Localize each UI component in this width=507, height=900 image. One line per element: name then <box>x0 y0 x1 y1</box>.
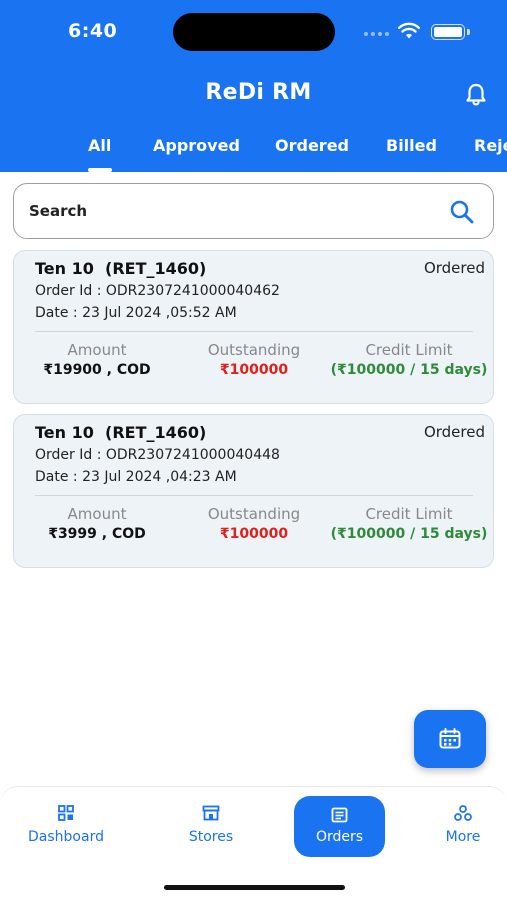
bottom-navigation: Dashboard Stores Orders More <box>0 786 507 900</box>
amount-label: Amount <box>67 341 127 359</box>
credit-limit-label: Credit Limit <box>365 505 453 523</box>
tab-approved[interactable]: Approved <box>153 136 240 155</box>
outstanding-metric: Outstanding ₹100000 <box>179 505 329 542</box>
dashboard-icon <box>58 805 74 821</box>
store-icon <box>202 805 220 821</box>
order-card[interactable]: Ten 10 (RET_1460) Ordered Order Id : ODR… <box>13 250 494 404</box>
card-divider <box>35 331 473 332</box>
outstanding-label: Outstanding <box>207 341 301 359</box>
app-header: 6:40 ReDi RM All Approved Ordered Billed… <box>0 0 507 172</box>
bell-icon[interactable] <box>462 81 490 109</box>
order-store-name: Ten 10 (RET_1460) <box>35 259 207 278</box>
calendar-icon <box>439 728 461 749</box>
order-status: Ordered <box>423 423 485 441</box>
battery-icon <box>431 24 465 40</box>
credit-limit-value: (₹100000 / 15 days) <box>330 362 488 378</box>
amount-metric: Amount ₹3999 , COD <box>22 505 172 542</box>
outstanding-label: Outstanding <box>207 505 301 523</box>
credit-limit-metric: Credit Limit (₹100000 / 15 days) <box>326 341 492 378</box>
nav-stores-label: Stores <box>188 829 234 845</box>
order-date: Date : 23 Jul 2024 ,04:23 AM <box>35 469 237 485</box>
order-store-name: Ten 10 (RET_1460) <box>35 423 207 442</box>
nav-orders-label: Orders <box>315 829 364 845</box>
dynamic-island <box>173 13 335 51</box>
active-tab-indicator <box>88 168 112 172</box>
outstanding-value: ₹100000 <box>219 526 289 542</box>
nav-more[interactable]: More <box>432 787 494 859</box>
order-id: Order Id : ODR2307241000040448 <box>35 447 280 463</box>
calendar-filter-button[interactable] <box>414 710 486 768</box>
app-screen: 6:40 ReDi RM All Approved Ordered Billed… <box>0 0 507 900</box>
tab-rejected[interactable]: Reje <box>474 136 507 155</box>
order-status: Ordered <box>423 259 485 277</box>
search-icon[interactable] <box>449 199 475 225</box>
amount-label: Amount <box>67 505 127 523</box>
search-input[interactable]: Search <box>29 202 87 220</box>
credit-limit-label: Credit Limit <box>365 341 453 359</box>
nav-stores[interactable]: Stores <box>170 787 252 859</box>
status-time: 6:40 <box>68 20 118 42</box>
tab-all[interactable]: All <box>88 136 111 155</box>
amount-value: ₹3999 , COD <box>48 526 146 542</box>
orders-icon <box>331 807 348 823</box>
more-icon <box>454 805 472 821</box>
outstanding-metric: Outstanding ₹100000 <box>179 341 329 378</box>
credit-limit-value: (₹100000 / 15 days) <box>330 526 488 542</box>
order-date: Date : 23 Jul 2024 ,05:52 AM <box>35 305 237 321</box>
wifi-icon <box>398 22 420 39</box>
tab-ordered[interactable]: Ordered <box>275 136 349 155</box>
card-divider <box>35 495 473 496</box>
nav-orders[interactable]: Orders <box>294 796 385 857</box>
battery-cap <box>467 29 470 35</box>
outstanding-value: ₹100000 <box>219 362 289 378</box>
amount-metric: Amount ₹19900 , COD <box>22 341 172 378</box>
amount-value: ₹19900 , COD <box>43 362 151 378</box>
order-filter-tabs: All Approved Ordered Billed Reje <box>0 134 507 172</box>
nav-more-label: More <box>445 829 481 845</box>
order-card[interactable]: Ten 10 (RET_1460) Ordered Order Id : ODR… <box>13 414 494 568</box>
home-indicator <box>164 885 345 890</box>
credit-limit-metric: Credit Limit (₹100000 / 15 days) <box>326 505 492 542</box>
order-id: Order Id : ODR2307241000040462 <box>35 283 280 299</box>
signal-icon <box>364 32 389 36</box>
search-box[interactable]: Search <box>13 183 494 239</box>
tab-billed[interactable]: Billed <box>386 136 437 155</box>
app-title: ReDi RM <box>205 80 312 105</box>
nav-dashboard-label: Dashboard <box>28 829 104 845</box>
nav-dashboard[interactable]: Dashboard <box>14 787 118 859</box>
